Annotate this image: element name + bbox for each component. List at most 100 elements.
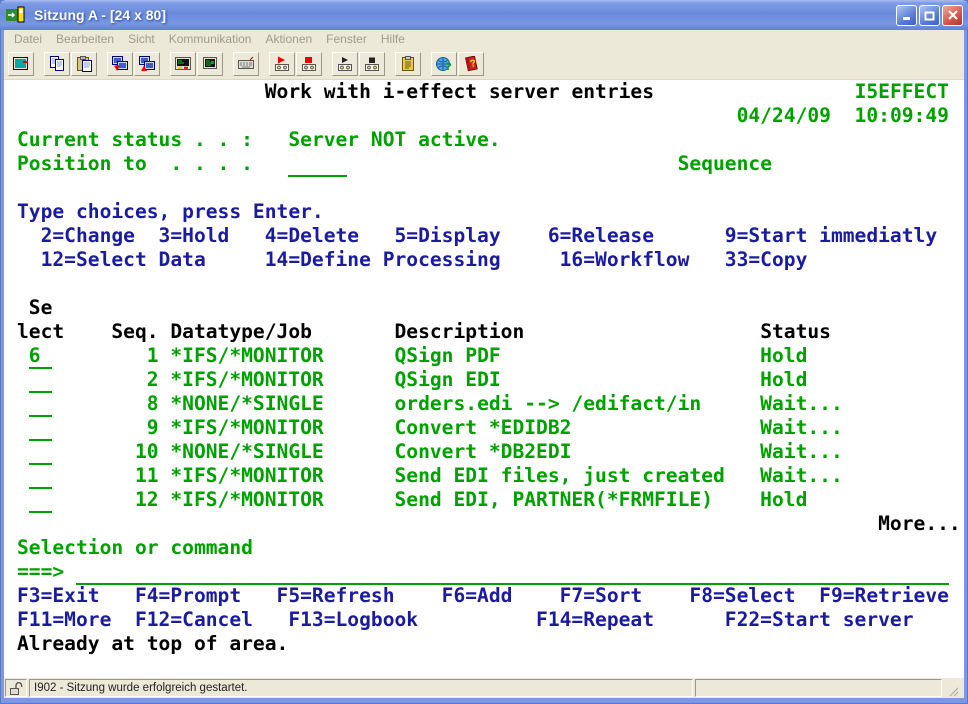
record-macro-button[interactable] bbox=[269, 52, 295, 76]
maximize-button[interactable] bbox=[919, 5, 940, 26]
terminal-text: 2=Change 3=Hold 4=Delete 5=Display 6=Rel… bbox=[41, 224, 938, 247]
minimize-button[interactable] bbox=[896, 5, 917, 26]
terminal-text bbox=[17, 296, 29, 319]
option-input-9[interactable] bbox=[29, 416, 53, 441]
terminal-row: lect Seq. Datatype/Job Description Statu… bbox=[17, 320, 964, 344]
command-input[interactable] bbox=[76, 560, 949, 585]
toolbar-group bbox=[8, 52, 34, 76]
display-setup-button[interactable] bbox=[197, 52, 223, 76]
terminal-text: 10 *NONE/*SINGLE Convert *DB2EDI Wait... bbox=[135, 440, 843, 463]
terminal-row bbox=[17, 272, 964, 296]
menu-kommunikation[interactable]: Kommunikation bbox=[162, 32, 259, 46]
terminal-text bbox=[52, 488, 135, 511]
terminal-text: F11=More F12=Cancel F13=Logbook F14=Repe… bbox=[17, 608, 914, 631]
status-message: I902 - Sitzung wurde erfolgreich gestart… bbox=[34, 682, 248, 694]
emulator-window: Sitzung A - [24 x 80] DateiBearbeitenSic… bbox=[0, 0, 968, 704]
terminal-text bbox=[17, 80, 265, 103]
terminal-text bbox=[654, 80, 855, 103]
terminal-text: 12=Select Data 14=Define Processing 16=W… bbox=[41, 248, 808, 271]
terminal-row: 10 *NONE/*SINGLE Convert *DB2EDI Wait... bbox=[17, 440, 964, 464]
terminal-text: 2 *IFS/*MONITOR QSign EDI Hold bbox=[135, 368, 807, 391]
resize-grip[interactable] bbox=[944, 679, 962, 697]
terminal-text: lect Seq. Datatype/Job Description bbox=[17, 320, 524, 343]
terminal-text: 11 *IFS/*MONITOR Send EDI files, just cr… bbox=[135, 464, 843, 487]
minimize-icon bbox=[902, 10, 912, 20]
terminal-text: 8 *NONE/*SINGLE orders.edi --> /edifact/… bbox=[135, 392, 843, 415]
copy-button[interactable] bbox=[44, 52, 70, 76]
menu-fenster[interactable]: Fenster bbox=[319, 32, 374, 46]
terminal-row: 6 1 *IFS/*MONITOR QSign PDF Hold bbox=[17, 344, 964, 368]
keyboard-button[interactable] bbox=[233, 52, 259, 76]
menu-sicht[interactable]: Sicht bbox=[121, 32, 162, 46]
app-icon bbox=[5, 5, 29, 25]
position-to-input[interactable] bbox=[288, 152, 347, 177]
svg-text:?: ? bbox=[468, 58, 476, 70]
copy-icon bbox=[49, 56, 66, 72]
menu-bar: DateiBearbeitenSichtKommunikationAktione… bbox=[4, 30, 964, 48]
terminal-text bbox=[17, 512, 878, 535]
terminal-text bbox=[52, 368, 135, 391]
terminal-text bbox=[17, 344, 29, 367]
help-button[interactable]: ? bbox=[458, 52, 484, 76]
send-screen-icon bbox=[112, 56, 129, 72]
send-screen-button[interactable] bbox=[107, 52, 133, 76]
terminal-text bbox=[17, 104, 737, 127]
window-controls bbox=[896, 5, 963, 26]
terminal-text: 1 *IFS/*MONITOR QSign PDF Hold bbox=[135, 344, 807, 367]
stop-play-macro-button[interactable] bbox=[359, 52, 385, 76]
session-window-button[interactable] bbox=[8, 52, 34, 76]
logbook-button[interactable] bbox=[395, 52, 421, 76]
title-bar[interactable]: Sitzung A - [24 x 80] bbox=[0, 0, 968, 30]
option-input-11[interactable] bbox=[29, 464, 53, 489]
menu-hilfe[interactable]: Hilfe bbox=[374, 32, 412, 46]
receive-screen-button[interactable] bbox=[134, 52, 160, 76]
terminal-row: 8 *NONE/*SINGLE orders.edi --> /edifact/… bbox=[17, 392, 964, 416]
terminal-text: Current status . . : Server NOT active. bbox=[17, 128, 501, 151]
option-input-10[interactable] bbox=[29, 440, 53, 465]
terminal-text: Work with i-effect server entries bbox=[265, 80, 654, 103]
session-window-icon bbox=[13, 56, 30, 72]
terminal-text: Status bbox=[760, 320, 831, 343]
terminal-text bbox=[17, 464, 29, 487]
terminal-text bbox=[52, 392, 135, 415]
play-macro-icon bbox=[337, 56, 354, 72]
menu-aktionen[interactable]: Aktionen bbox=[258, 32, 319, 46]
option-input-2[interactable] bbox=[29, 368, 53, 393]
toolbar-group bbox=[332, 52, 385, 76]
color-setup-button[interactable] bbox=[170, 52, 196, 76]
play-macro-button[interactable] bbox=[332, 52, 358, 76]
terminal-oia-area bbox=[4, 656, 964, 678]
option-input-12[interactable] bbox=[29, 488, 53, 513]
web-help-button[interactable]: ? bbox=[431, 52, 457, 76]
terminal-row: F3=Exit F4=Prompt F5=Refresh F6=Add F7=S… bbox=[17, 584, 964, 608]
terminal-row: Se bbox=[17, 296, 964, 320]
close-button[interactable] bbox=[942, 5, 963, 26]
stop-macro-button[interactable] bbox=[296, 52, 322, 76]
terminal-row: 2=Change 3=Hold 4=Delete 5=Display 6=Rel… bbox=[17, 224, 964, 248]
terminal-row: 9 *IFS/*MONITOR Convert *EDIDB2 Wait... bbox=[17, 416, 964, 440]
terminal-text: 04/24/09 10:09:49 bbox=[737, 104, 949, 127]
toolbar-group bbox=[170, 52, 223, 76]
help-icon: ? bbox=[463, 56, 480, 72]
toolbar: ?? bbox=[4, 48, 964, 80]
terminal-text: More... bbox=[878, 512, 961, 535]
paste-button[interactable] bbox=[71, 52, 97, 76]
option-input-1[interactable]: 6 bbox=[29, 344, 53, 369]
terminal-row: Position to . . . . Sequence bbox=[17, 152, 964, 176]
option-input-8[interactable] bbox=[29, 392, 53, 417]
terminal-row: Selection or command bbox=[17, 536, 964, 560]
terminal-row: Already at top of area. bbox=[17, 632, 964, 656]
terminal-text: Already at top of area. bbox=[17, 632, 288, 655]
terminal-text bbox=[524, 320, 760, 343]
terminal-text bbox=[17, 416, 29, 439]
terminal-row: F11=More F12=Cancel F13=Logbook F14=Repe… bbox=[17, 608, 964, 632]
menu-datei[interactable]: Datei bbox=[7, 32, 49, 46]
terminal-text: Type choices, press Enter. bbox=[17, 200, 324, 223]
terminal-text bbox=[253, 152, 288, 175]
stop-play-macro-icon bbox=[364, 56, 381, 72]
terminal-text bbox=[17, 224, 41, 247]
terminal-text: Sequence bbox=[678, 152, 772, 175]
terminal-screen[interactable]: Work with i-effect server entries I5EFFE… bbox=[4, 80, 964, 656]
menu-bearbeiten[interactable]: Bearbeiten bbox=[49, 32, 121, 46]
toolbar-group bbox=[233, 52, 259, 76]
